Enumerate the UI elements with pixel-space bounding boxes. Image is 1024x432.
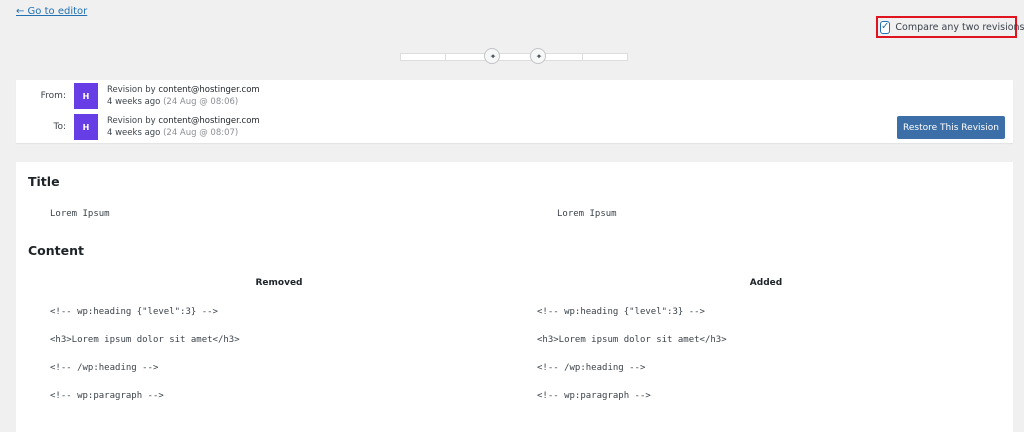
restore-revision-button[interactable]: Restore This Revision bbox=[897, 116, 1005, 139]
slider-segment bbox=[581, 53, 629, 61]
title-heading: Title bbox=[28, 174, 60, 189]
diff-line-right: <!-- /wp:heading --> bbox=[537, 363, 646, 373]
slider-to-handle[interactable]: ◂▸ bbox=[530, 48, 546, 64]
author-prefix: Revision by bbox=[107, 116, 159, 126]
author-prefix: Revision by bbox=[107, 85, 159, 95]
revision-meta-panel: From: H Revision by content@hostinger.co… bbox=[16, 80, 1013, 143]
author: content@hostinger.com bbox=[158, 116, 260, 126]
removed-column-header: Removed bbox=[255, 278, 303, 288]
to-revision: To: H Revision by content@hostinger.com … bbox=[16, 113, 260, 141]
title-new: Lorem Ipsum bbox=[557, 209, 617, 219]
from-revision: From: H Revision by content@hostinger.co… bbox=[16, 82, 260, 110]
added-column-header: Added bbox=[749, 278, 783, 288]
diff-line-right: <!-- wp:heading {"level":3} --> bbox=[537, 307, 705, 317]
diff-line-right: <h3>Lorem ipsum dolor sit amet</h3> bbox=[537, 335, 727, 345]
diff-line-left: <!-- /wp:heading --> bbox=[50, 363, 159, 373]
author: content@hostinger.com bbox=[158, 85, 260, 95]
slider-from-handle[interactable]: ◂▸ bbox=[484, 48, 500, 64]
title-old: Lorem Ipsum bbox=[50, 209, 110, 219]
diff-line-left: <h3>Lorem ipsum dolor sit amet</h3> bbox=[50, 335, 240, 345]
compare-label: Compare any two revisions bbox=[895, 21, 1024, 33]
diff-line-left: <!-- wp:paragraph --> bbox=[50, 391, 164, 401]
time-ago: 4 weeks ago bbox=[107, 97, 164, 107]
diff-line-right: <!-- wp:paragraph --> bbox=[537, 391, 651, 401]
date: (24 Aug @ 08:07) bbox=[163, 128, 239, 138]
from-label: From: bbox=[40, 91, 66, 101]
compare-two-revisions-checkbox[interactable]: ✓ Compare any two revisions bbox=[876, 16, 1024, 38]
content-heading: Content bbox=[28, 243, 84, 258]
diff-panel: Title Lorem Ipsum Lorem Ipsum Content Re… bbox=[16, 162, 1013, 432]
slider-segment bbox=[400, 53, 446, 61]
revision-slider-track[interactable] bbox=[400, 53, 629, 61]
go-to-editor-link[interactable]: ← Go to editor bbox=[16, 6, 87, 17]
avatar: H bbox=[74, 83, 98, 109]
checkbox-checked-icon[interactable]: ✓ bbox=[880, 20, 891, 34]
avatar: H bbox=[74, 114, 98, 140]
time-ago: 4 weeks ago bbox=[107, 128, 164, 138]
to-label: To: bbox=[53, 122, 66, 132]
date: (24 Aug @ 08:06) bbox=[163, 97, 239, 107]
diff-line-left: <!-- wp:heading {"level":3} --> bbox=[50, 307, 218, 317]
